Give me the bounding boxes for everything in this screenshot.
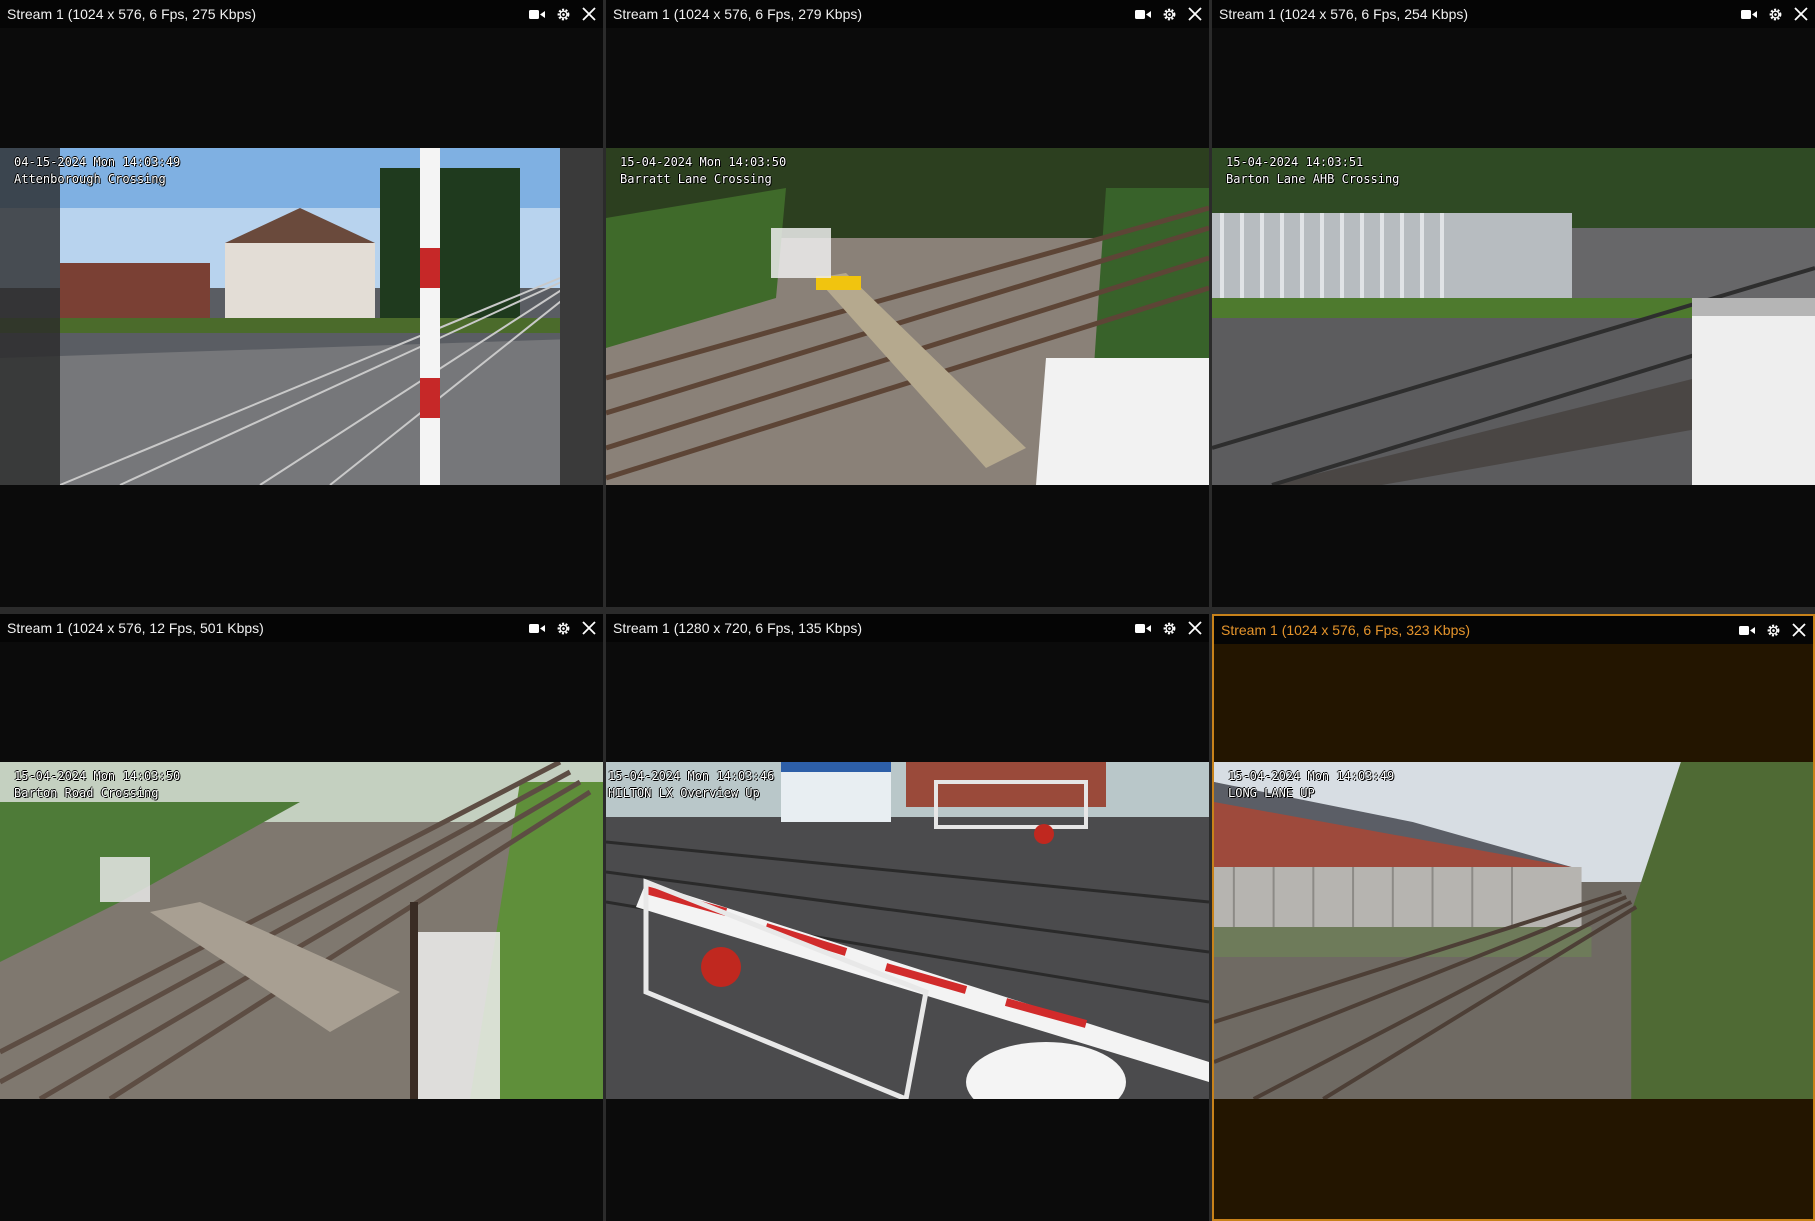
osd-location: LONG LANE UP — [1228, 786, 1315, 800]
tile-controls — [1133, 614, 1205, 642]
gear-icon[interactable] — [1159, 618, 1179, 638]
camera-image-long-lane — [1214, 762, 1813, 1099]
camera-tile-attenborough[interactable]: Stream 1 (1024 x 576, 6 Fps, 275 Kbps) 0… — [0, 0, 603, 607]
osd-location: Barton Lane AHB Crossing — [1226, 172, 1400, 186]
video-osd: 04-15-2024 Mon 14:03:49 Attenborough Cro… — [14, 154, 180, 188]
tile-controls — [527, 614, 599, 642]
osd-location: HILTON LX Overview Up — [608, 786, 760, 800]
tile-controls — [1133, 0, 1205, 28]
video-feed[interactable]: 15-04-2024 14:03:51 Barton Lane AHB Cros… — [1212, 148, 1815, 485]
video-feed[interactable]: 15-04-2024 Mon 14:03:50 Barton Road Cros… — [0, 762, 603, 1099]
close-icon[interactable] — [1791, 4, 1811, 24]
video-camera-icon[interactable] — [527, 618, 547, 638]
osd-datetime: 15-04-2024 Mon 14:03:49 — [1228, 769, 1395, 783]
tile-header: Stream 1 (1024 x 576, 6 Fps, 279 Kbps) — [606, 0, 1209, 28]
camera-image-barton-lane — [1212, 148, 1815, 485]
osd-datetime: 15-04-2024 Mon 14:03:46 — [608, 769, 775, 783]
video-camera-icon[interactable] — [1737, 620, 1757, 640]
video-osd: 15-04-2024 14:03:51 Barton Lane AHB Cros… — [1226, 154, 1399, 188]
tile-controls — [527, 0, 599, 28]
gear-icon[interactable] — [1159, 4, 1179, 24]
tile-header: Stream 1 (1024 x 576, 12 Fps, 501 Kbps) — [0, 614, 603, 642]
osd-location: Attenborough Crossing — [14, 172, 166, 186]
close-icon[interactable] — [579, 4, 599, 24]
stream-title: Stream 1 (1024 x 576, 6 Fps, 323 Kbps) — [1221, 622, 1471, 638]
video-feed[interactable]: 15-04-2024 Mon 14:03:50 Barratt Lane Cro… — [606, 148, 1209, 485]
camera-image-barratt — [606, 148, 1209, 485]
close-icon[interactable] — [1789, 620, 1809, 640]
tile-controls — [1739, 0, 1811, 28]
camera-tile-long-lane[interactable]: Stream 1 (1024 x 576, 6 Fps, 323 Kbps) 1… — [1212, 614, 1815, 1221]
osd-datetime: 15-04-2024 Mon 14:03:50 — [14, 769, 181, 783]
gear-icon[interactable] — [553, 618, 573, 638]
stream-title: Stream 1 (1024 x 576, 6 Fps, 279 Kbps) — [613, 6, 863, 22]
video-camera-icon[interactable] — [1133, 618, 1153, 638]
gear-icon[interactable] — [1763, 620, 1783, 640]
osd-datetime: 04-15-2024 Mon 14:03:49 — [14, 155, 181, 169]
video-camera-icon[interactable] — [1739, 4, 1759, 24]
osd-datetime: 15-04-2024 Mon 14:03:50 — [620, 155, 787, 169]
video-osd: 15-04-2024 Mon 14:03:50 Barton Road Cros… — [14, 768, 180, 802]
stream-title: Stream 1 (1024 x 576, 6 Fps, 254 Kbps) — [1219, 6, 1469, 22]
close-icon[interactable] — [1185, 4, 1205, 24]
video-camera-icon[interactable] — [1133, 4, 1153, 24]
camera-image-barton-road — [0, 762, 603, 1099]
close-icon[interactable] — [1185, 618, 1205, 638]
camera-tile-barton-road[interactable]: Stream 1 (1024 x 576, 12 Fps, 501 Kbps) … — [0, 614, 603, 1221]
camera-tile-hilton[interactable]: Stream 1 (1280 x 720, 6 Fps, 135 Kbps) 1… — [606, 614, 1209, 1221]
camera-grid: Stream 1 (1024 x 576, 6 Fps, 275 Kbps) 0… — [0, 0, 1815, 1221]
tile-header: Stream 1 (1024 x 576, 6 Fps, 275 Kbps) — [0, 0, 603, 28]
tile-controls — [1737, 616, 1809, 644]
video-feed[interactable]: 15-04-2024 Mon 14:03:49 LONG LANE UP — [1214, 762, 1813, 1099]
video-osd: 15-04-2024 Mon 14:03:50 Barratt Lane Cro… — [620, 154, 786, 188]
video-feed[interactable]: 04-15-2024 Mon 14:03:49 Attenborough Cro… — [0, 148, 603, 485]
camera-image-hilton — [606, 762, 1209, 1099]
camera-image-attenborough — [0, 148, 603, 485]
tile-header: Stream 1 (1024 x 576, 6 Fps, 254 Kbps) — [1212, 0, 1815, 28]
gear-icon[interactable] — [1765, 4, 1785, 24]
video-osd: 15-04-2024 Mon 14:03:49 LONG LANE UP — [1228, 768, 1394, 802]
osd-location: Barton Road Crossing — [14, 786, 159, 800]
video-camera-icon[interactable] — [527, 4, 547, 24]
osd-location: Barratt Lane Crossing — [620, 172, 772, 186]
osd-datetime: 15-04-2024 14:03:51 — [1226, 155, 1364, 169]
stream-title: Stream 1 (1280 x 720, 6 Fps, 135 Kbps) — [613, 620, 863, 636]
stream-title: Stream 1 (1024 x 576, 6 Fps, 275 Kbps) — [7, 6, 257, 22]
stream-title: Stream 1 (1024 x 576, 12 Fps, 501 Kbps) — [7, 620, 264, 636]
tile-header: Stream 1 (1024 x 576, 6 Fps, 323 Kbps) — [1214, 616, 1813, 644]
tile-header: Stream 1 (1280 x 720, 6 Fps, 135 Kbps) — [606, 614, 1209, 642]
video-feed[interactable]: 15-04-2024 Mon 14:03:46 HILTON LX Overvi… — [606, 762, 1209, 1099]
close-icon[interactable] — [579, 618, 599, 638]
camera-tile-barton-lane[interactable]: Stream 1 (1024 x 576, 6 Fps, 254 Kbps) 1… — [1212, 0, 1815, 607]
gear-icon[interactable] — [553, 4, 573, 24]
video-osd: 15-04-2024 Mon 14:03:46 HILTON LX Overvi… — [608, 768, 774, 802]
camera-tile-barratt[interactable]: Stream 1 (1024 x 576, 6 Fps, 279 Kbps) 1… — [606, 0, 1209, 607]
